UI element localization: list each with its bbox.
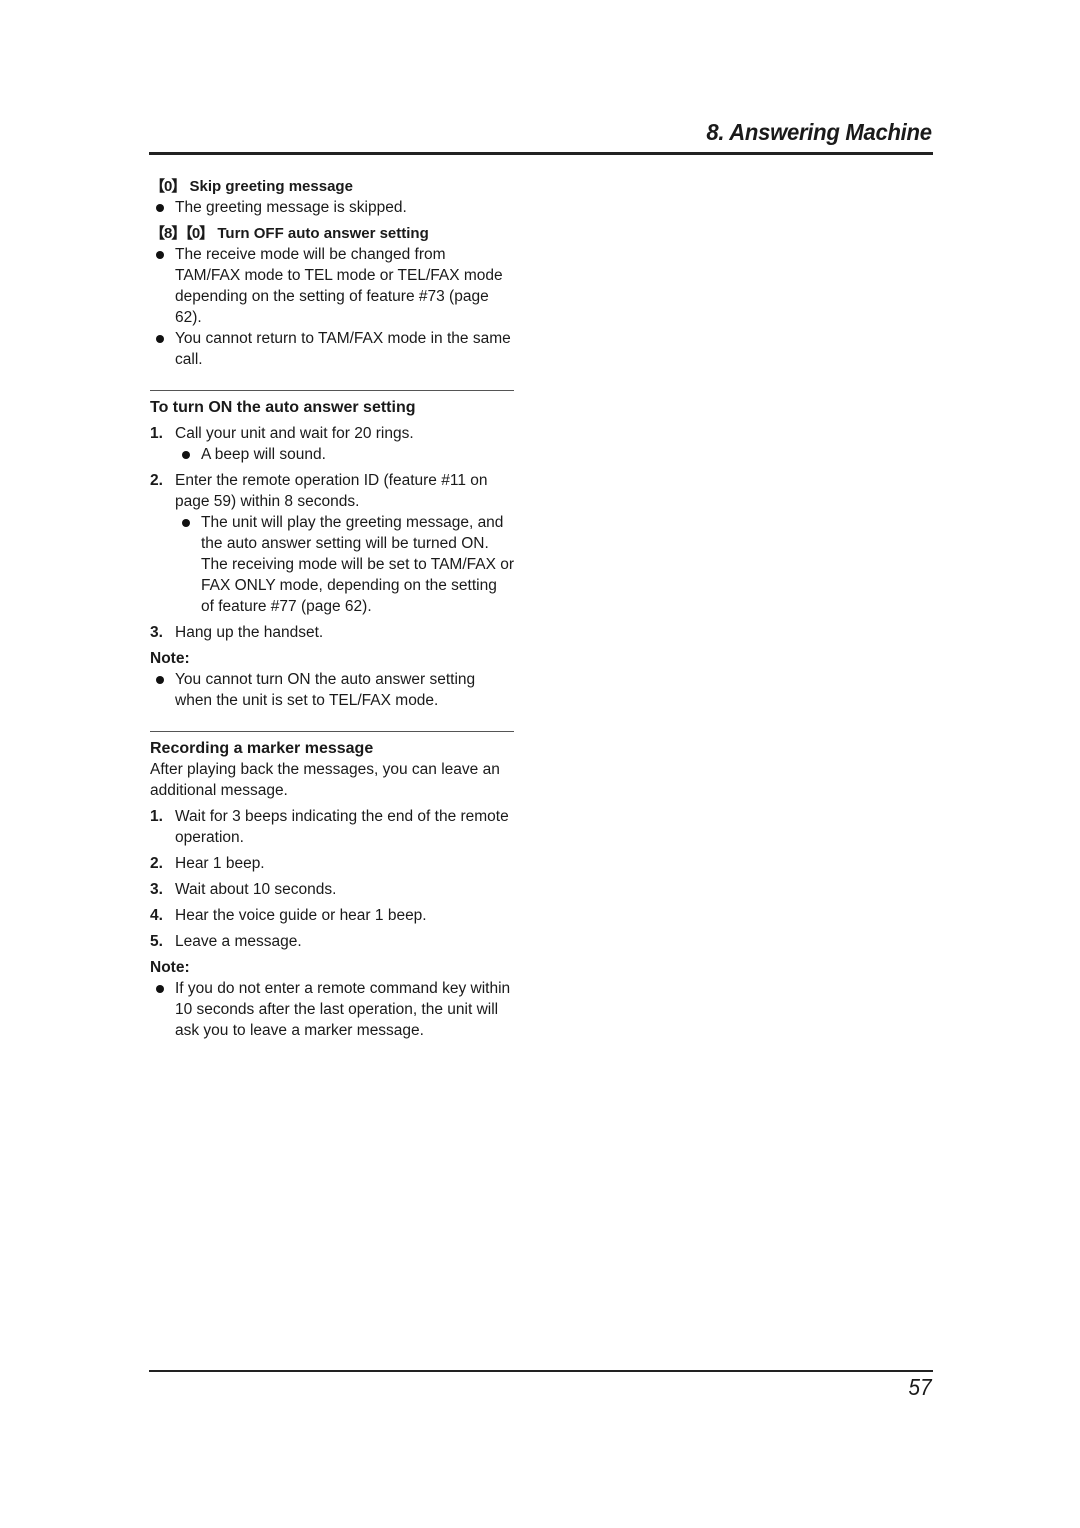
command-heading-skip-greeting: 【0】 Skip greeting message [150,176,514,197]
sub-bullet-item: A beep will sound. [150,444,514,465]
step-number: 2. [150,472,163,489]
step-number: 2. [150,855,163,872]
bullet-item: The receive mode will be changed from TA… [150,244,514,328]
step-text: Wait for 3 beeps indicating the end of t… [175,808,509,846]
page-number: 57 [908,1374,932,1400]
header-rule [149,152,933,155]
step-number: 3. [150,881,163,898]
chapter-title: 8. Answering Machine [706,119,933,145]
bullet-item: You cannot return to TAM/FAX mode in the… [150,328,514,370]
section-intro: After playing back the messages, you can… [150,761,500,799]
step-item: 1. Call your unit and wait for 20 rings. [150,423,514,444]
command-key: 【0】 [150,178,186,195]
section-title-turn-on: To turn ON the auto answer setting [150,399,416,416]
step-text: Hang up the handset. [175,624,324,641]
sub-bullet-item: The unit will play the greeting message,… [150,512,514,617]
step-item: 3. Hang up the handset. [150,622,514,643]
note-label: Note: [150,959,190,976]
step-item: 2. Hear 1 beep. [150,853,514,874]
step-text: Hear the voice guide or hear 1 beep. [175,907,427,924]
step-number: 1. [150,808,163,825]
section-divider [150,731,514,732]
command-key: 【8】【0】 [150,225,214,242]
note-bullet: If you do not enter a remote command key… [150,978,514,1041]
step-text: Enter the remote operation ID (feature #… [175,472,488,510]
command-title: Turn OFF auto answer setting [217,225,429,242]
step-text: Wait about 10 seconds. [175,881,337,898]
step-item: 5. Leave a message. [150,931,514,952]
step-number: 1. [150,425,163,442]
bullet-item: The greeting message is skipped. [150,197,514,218]
step-text: Call your unit and wait for 20 rings. [175,425,414,442]
step-number: 3. [150,624,163,641]
note-label: Note: [150,650,190,667]
step-item: 1. Wait for 3 beeps indicating the end o… [150,806,514,848]
command-title: Skip greeting message [189,178,353,195]
step-number: 5. [150,933,163,950]
step-text: Leave a message. [175,933,302,950]
section-title-marker: Recording a marker message [150,740,374,757]
note-bullet: You cannot turn ON the auto answer setti… [150,669,514,711]
section-divider [150,390,514,391]
step-item: 4. Hear the voice guide or hear 1 beep. [150,905,514,926]
step-number: 4. [150,907,163,924]
step-item: 3. Wait about 10 seconds. [150,879,514,900]
command-heading-turn-off-auto-answer: 【8】【0】 Turn OFF auto answer setting [150,223,514,244]
step-text: Hear 1 beep. [175,855,265,872]
main-column: 【0】 Skip greeting message The greeting m… [150,176,514,1041]
footer-rule [149,1370,933,1372]
step-item: 2. Enter the remote operation ID (featur… [150,470,514,512]
